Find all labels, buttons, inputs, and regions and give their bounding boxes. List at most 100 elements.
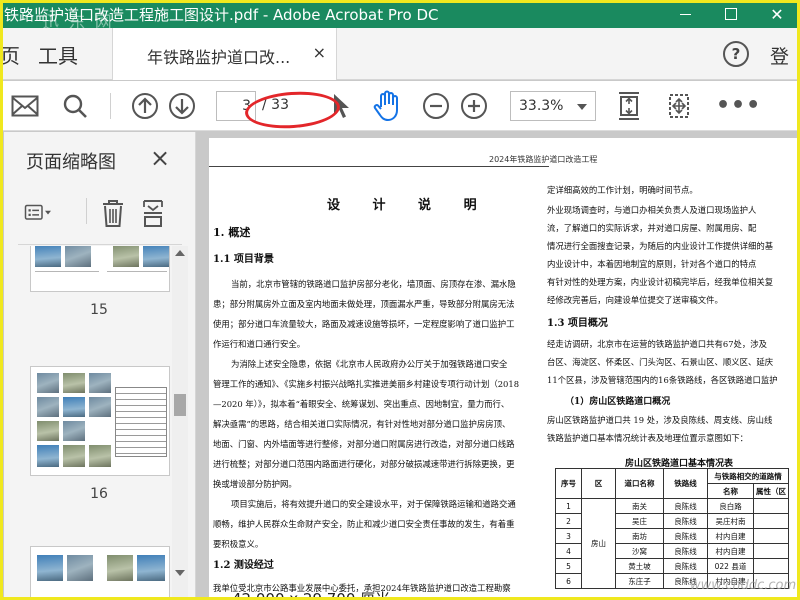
table-cell: 黄土坡: [615, 558, 664, 574]
table-cell: 5: [555, 558, 582, 574]
table-cell: 南关: [615, 498, 664, 514]
scroll-down-icon[interactable]: [175, 570, 185, 576]
paragraph-line: 内业设计中，本着因地制宜的原则，针对各个道口的特点: [547, 259, 757, 269]
thumbnail-scrollbar[interactable]: [172, 246, 188, 600]
scroll-up-icon[interactable]: [175, 250, 185, 256]
tab-home[interactable]: 页: [0, 40, 20, 69]
extract-pages-icon[interactable]: [138, 198, 168, 228]
page-size-readout: 42.000 x 29.700 厘米: [232, 590, 391, 600]
tab-document[interactable]: 年铁路监护道口改... ×: [112, 28, 337, 80]
paragraph-line: 作运行和道口通行安全。: [213, 339, 306, 349]
thumbnail-photo: [63, 373, 85, 393]
panel-close-icon[interactable]: ×: [150, 144, 170, 172]
login-link[interactable]: 登: [770, 42, 789, 69]
table-cell: 2: [555, 513, 582, 529]
heading-survey: 1.2 测设经过: [213, 560, 274, 571]
paragraph-line: 项目实施后，将有效提升道口的安全建设水平，对于保障铁路运输和道路交通: [231, 499, 516, 509]
zoom-in-icon[interactable]: [459, 91, 489, 121]
table-cell: 村内自建: [707, 543, 754, 559]
thumbnail-photo: [63, 397, 85, 417]
paragraph-line: 经走访调研，北京市在运营的铁路监护道口共有67处，涉及: [547, 339, 768, 349]
tab-document-label: 年铁路监护道口改...: [147, 48, 291, 67]
table-header: 区: [581, 468, 616, 499]
maximize-icon[interactable]: [708, 0, 754, 28]
table-header: 序号: [555, 468, 582, 499]
thumbnail-photo: [89, 397, 111, 417]
thumbnail-photo: [143, 246, 169, 267]
fit-window-icon[interactable]: [664, 91, 694, 121]
more-icon[interactable]: •••: [716, 93, 761, 118]
thumbnail-options-icon[interactable]: [24, 198, 54, 228]
thumbnail-photo: [137, 555, 165, 581]
table-header: 铁路线: [663, 468, 708, 499]
thumbnail-list: 15 16: [4, 246, 170, 600]
tab-tools[interactable]: 工具: [38, 40, 78, 69]
table-cell: [753, 498, 789, 514]
table-cell: 1: [555, 498, 582, 514]
pdf-page: 2024年铁路监护道口改造工程 设 计 说 明 1. 概述 1.1 项目背景 当…: [209, 138, 800, 600]
thumbnail-line: [107, 271, 167, 272]
paragraph-line: 管理工作的通知》、《实施乡村振兴战略扎实推进美丽乡村建设专项行动计划（2018: [213, 379, 520, 389]
table-cell: 吴庄村南: [707, 513, 754, 529]
thumbnail-photo: [63, 421, 85, 441]
prev-page-icon[interactable]: [130, 91, 160, 121]
zoom-select[interactable]: 33.3%: [510, 91, 596, 121]
zoom-out-icon[interactable]: [421, 91, 451, 121]
table-cell: 沙窝: [615, 543, 664, 559]
help-icon[interactable]: ?: [723, 41, 749, 67]
right-column: 定详细高效的工作计划，明确时间节点。 外业现场调查时，与道口办相关负责人及道口现…: [547, 138, 800, 600]
thumbnail-number: 15: [90, 302, 108, 318]
table-cell: [753, 543, 789, 559]
table-header: 与铁路相交的道路情: [707, 468, 789, 484]
paragraph-line: 顺畅，维护人民群众生命财产安全，防止和减少道口安全责任事故的发生，有着重: [213, 519, 515, 529]
table-cell: [753, 528, 789, 544]
doc-title: 设 计 说 明: [327, 198, 491, 213]
panel-title: 页面缩略图: [26, 152, 116, 173]
mail-icon[interactable]: [10, 91, 40, 121]
trash-icon[interactable]: [98, 198, 128, 228]
table-header: 道口名称: [615, 468, 664, 499]
table-cell: 良陈线: [663, 498, 708, 514]
thumbnail-photo: [63, 445, 85, 467]
table-cell: [753, 513, 789, 529]
panel-toolbar: [4, 188, 196, 238]
paragraph-line: 换或增设部分防护网。: [213, 479, 297, 489]
watermark-top: 迅 东 网: [42, 13, 114, 33]
table-cell: 吴庄: [615, 513, 664, 529]
paragraph-line: 定详细高效的工作计划，明确时间节点。: [547, 185, 698, 195]
minimize-icon[interactable]: [662, 0, 708, 28]
thumbnail-photo: [37, 445, 59, 467]
thumbnail-photo: [89, 373, 111, 393]
document-view[interactable]: 2024年铁路监护道口改造工程 设 计 说 明 1. 概述 1.1 项目背景 当…: [197, 132, 800, 600]
paragraph-line: 使用；部分道口车流量较大，路面及减速设施等损坏，一定程度影响了道口监护工: [213, 319, 515, 329]
tab-close-icon[interactable]: ×: [313, 43, 326, 62]
zoom-value: 33.3%: [519, 98, 564, 114]
next-page-icon[interactable]: [167, 91, 197, 121]
thumbnail-photo: [67, 555, 93, 581]
table-cell: 3: [555, 528, 582, 544]
table-cell: 良陈线: [663, 543, 708, 559]
paragraph-line: 为消除上述安全隐患，依据《北京市人民政府办公厅关于加强铁路道口安全: [231, 359, 508, 369]
thumbnail-page-15[interactable]: [30, 246, 170, 292]
fit-page-icon[interactable]: [614, 91, 644, 121]
table-header: 名称: [707, 483, 754, 499]
heading-overview: 1. 概述: [213, 226, 251, 239]
table-cell: 4: [555, 543, 582, 559]
thumbnail-page-17[interactable]: [30, 546, 170, 600]
table-cell: 022 县道: [707, 558, 754, 574]
heading-fangshan: （1）房山区铁路道口概况: [565, 397, 671, 407]
watermark-bottom: www.cnddc.com: [690, 578, 797, 593]
hand-icon[interactable]: [372, 90, 402, 122]
search-icon[interactable]: [60, 91, 90, 121]
thumbnail-line: [35, 271, 99, 272]
thumbnail-page-16[interactable]: [30, 366, 170, 476]
table-row: 1 房山 南关 良陈线 良白路: [555, 498, 789, 589]
scroll-thumb[interactable]: [174, 394, 186, 416]
thumbnail-number: 16: [90, 486, 108, 502]
thumbnail-photo: [65, 246, 91, 267]
paragraph-line: 情况进行全面搜查记录，为随后的内业设计工作提供详细的基: [547, 241, 774, 251]
table-cell: 良陈线: [663, 513, 708, 529]
close-window-icon[interactable]: ✕: [754, 0, 800, 28]
toolbar-separator: [110, 93, 111, 119]
table-cell: 6: [555, 573, 582, 589]
